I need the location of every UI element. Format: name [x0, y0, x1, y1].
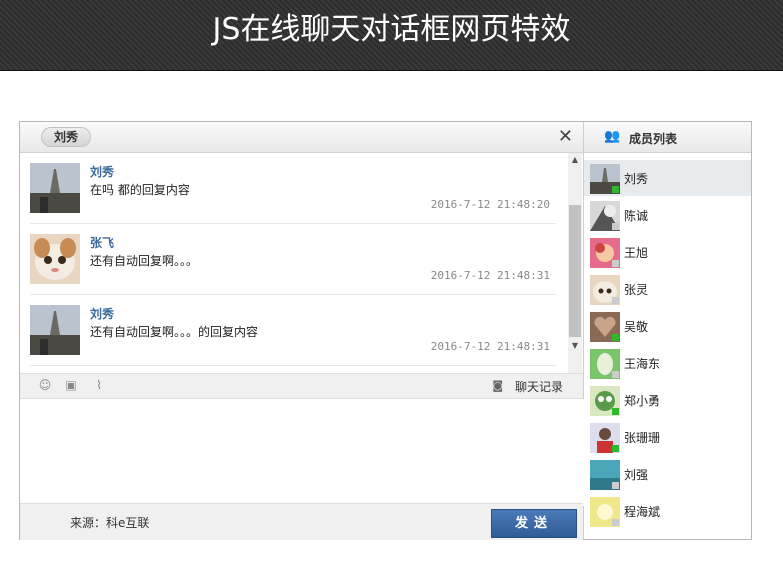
offline-status-icon [612, 297, 619, 304]
message-time: 2016-7-12 21:48:31 [430, 340, 550, 353]
member-name: 刘秀 [624, 172, 649, 186]
message-text: 还有自动回复啊。。。 [90, 254, 199, 268]
offline-status-icon [612, 519, 619, 526]
member-name: 吴敬 [624, 320, 649, 334]
avatar [30, 234, 80, 284]
online-status-icon [612, 445, 619, 452]
current-chat-user[interactable]: 刘秀 [41, 127, 92, 147]
conversation-header: 刘秀 ✕ [20, 122, 583, 153]
avatar [30, 305, 80, 355]
member-name: 陈诚 [624, 209, 649, 223]
image-icon[interactable]: ▣ [64, 378, 78, 392]
input-footer: 来源：科e互联 发送 [20, 503, 583, 540]
chat-history-link[interactable]: 聊天记录 [515, 378, 563, 395]
scroll-thumb[interactable] [569, 205, 581, 337]
member-name: 程海斌 [624, 505, 661, 519]
message-input[interactable] [20, 399, 585, 506]
input-toolbar: ☺ ▣ ⌇ ◙ 聊天记录 [20, 373, 583, 399]
member-item[interactable]: 程海斌 [584, 493, 751, 529]
chat-history-icon[interactable]: ◙ [492, 379, 503, 392]
message-sender[interactable]: 刘秀 [90, 163, 114, 180]
source-label: 来源：科e互联 [70, 516, 150, 530]
message-item: 张飞 还有自动回复啊。。。 2016-7-12 21:48:31 [30, 224, 556, 295]
users-icon: 👥 [604, 129, 621, 144]
member-list-header: 👥 成员列表 [584, 122, 751, 153]
message-item: 刘秀 还有自动回复啊。。。的回复内容 2016-7-12 21:48:31 [30, 295, 556, 366]
member-name: 张珊珊 [624, 431, 661, 445]
chat-window: 刘秀 ✕ 刘秀 在吗 都的回复内容 2016-7-12 21:48:20 张飞 … [19, 121, 752, 540]
member-item[interactable]: 陈诚 [584, 197, 751, 233]
message-sender[interactable]: 张飞 [90, 234, 114, 251]
offline-status-icon [612, 482, 619, 489]
member-item[interactable]: 张珊珊 [584, 419, 751, 455]
message-item: 刘秀 在吗 都的回复内容 2016-7-12 21:48:20 [30, 153, 556, 224]
emoji-icon[interactable]: ☺ [38, 378, 52, 392]
message-text: 在吗 都的回复内容 [90, 183, 190, 197]
online-status-icon [612, 334, 619, 341]
member-item[interactable]: 刘强 [584, 456, 751, 492]
online-status-icon [612, 408, 619, 415]
attachment-icon[interactable]: ⌇ [92, 378, 106, 392]
member-item[interactable]: 郑小勇 [584, 382, 751, 418]
member-name: 王旭 [624, 246, 649, 260]
offline-status-icon [612, 371, 619, 378]
page-banner: JS在线聊天对话框网页特效 [0, 0, 783, 71]
offline-status-icon [612, 223, 619, 230]
scroll-down-icon[interactable]: ▼ [568, 339, 582, 353]
scroll-up-icon[interactable]: ▲ [568, 153, 582, 167]
close-icon[interactable]: ✕ [558, 126, 573, 147]
message-sender[interactable]: 刘秀 [90, 305, 114, 322]
member-list-title: 成员列表 [629, 132, 678, 146]
member-name: 刘强 [624, 468, 649, 482]
member-item[interactable]: 张灵 [584, 271, 751, 307]
message-scrollbar[interactable]: ▲ ▼ [568, 153, 582, 373]
message-text: 还有自动回复啊。。。的回复内容 [90, 325, 259, 339]
online-status-icon [612, 186, 619, 193]
conversation-panel: 刘秀 ✕ 刘秀 在吗 都的回复内容 2016-7-12 21:48:20 张飞 … [20, 122, 585, 540]
offline-status-icon [612, 260, 619, 267]
member-item[interactable]: 王旭 [584, 234, 751, 270]
message-time: 2016-7-12 21:48:20 [430, 198, 550, 211]
member-name: 郑小勇 [624, 394, 661, 408]
member-name: 张灵 [624, 283, 649, 297]
message-list: 刘秀 在吗 都的回复内容 2016-7-12 21:48:20 张飞 还有自动回… [20, 153, 568, 371]
page-title: JS在线聊天对话框网页特效 [212, 12, 571, 47]
member-item[interactable]: 王海东 [584, 345, 751, 381]
member-name: 王海东 [624, 357, 661, 371]
member-panel: 👥 成员列表 刘秀 陈诚 王旭 张灵 吴敬 王海东 郑小勇 张珊珊 刘强 程海斌 [584, 122, 751, 539]
avatar [30, 163, 80, 213]
send-button[interactable]: 发送 [491, 509, 577, 538]
member-item[interactable]: 吴敬 [584, 308, 751, 344]
message-time: 2016-7-12 21:48:31 [430, 269, 550, 282]
member-item[interactable]: 刘秀 [584, 160, 751, 196]
